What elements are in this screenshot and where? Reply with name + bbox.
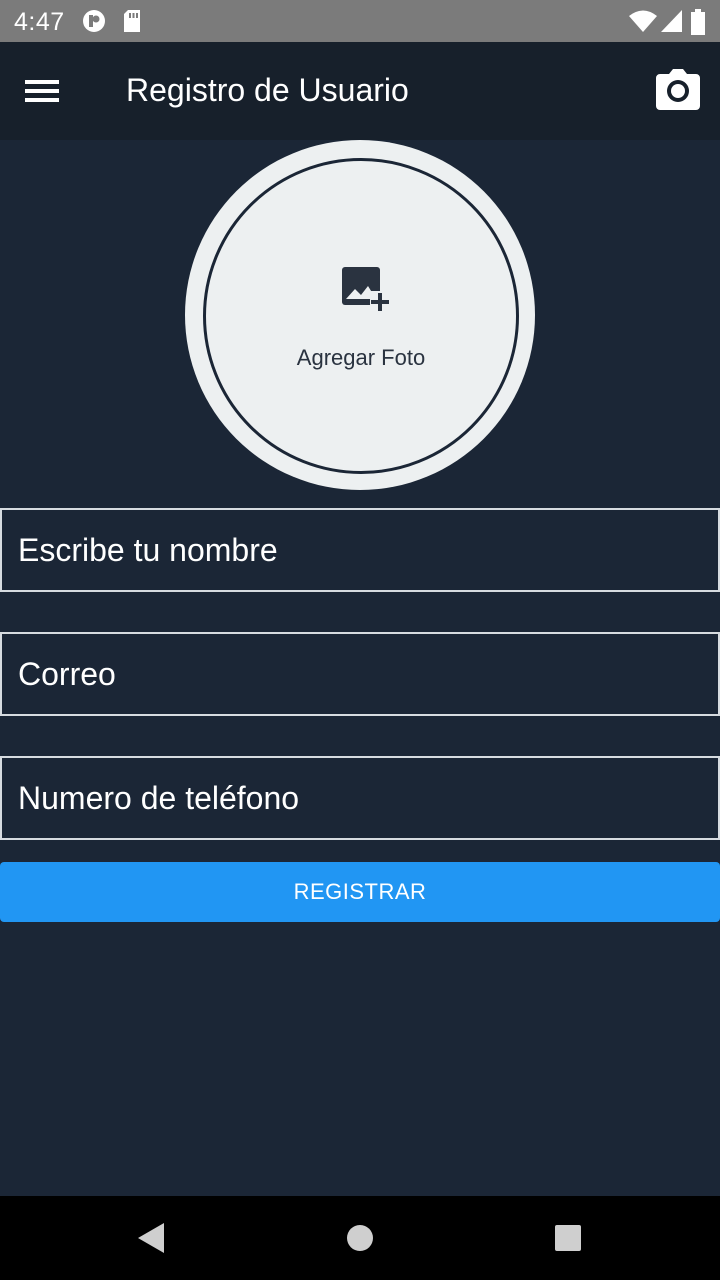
name-field[interactable] [0,508,720,592]
back-icon [138,1223,164,1253]
home-button[interactable] [345,1223,375,1258]
menu-icon [25,80,59,102]
app-bar: Registro de Usuario [0,42,720,140]
add-photo-icon [342,267,390,313]
sd-card-icon [122,9,142,38]
status-bar: 4:47 [0,0,720,42]
phone-field[interactable] [0,756,720,840]
menu-button[interactable] [18,69,66,113]
home-icon [347,1225,373,1251]
camera-icon [656,69,700,110]
page-title: Registro de Usuario [126,72,409,108]
battery-icon [690,9,706,40]
camera-button[interactable] [652,66,704,116]
status-time: 4:47 [14,8,65,36]
tracking-icon [82,9,106,38]
back-button[interactable] [134,1220,168,1261]
email-field[interactable] [0,632,720,716]
recents-button[interactable] [553,1223,583,1258]
recents-icon [555,1225,581,1251]
register-button[interactable]: REGISTRAR [0,862,720,922]
add-photo-label: Agregar Foto [296,345,426,370]
photo-picker: Agregar Foto [185,140,535,490]
add-photo-button[interactable]: Agregar Foto [203,158,519,474]
wifi-icon [628,9,658,38]
navigation-bar [0,1196,720,1280]
signal-icon [660,9,684,38]
